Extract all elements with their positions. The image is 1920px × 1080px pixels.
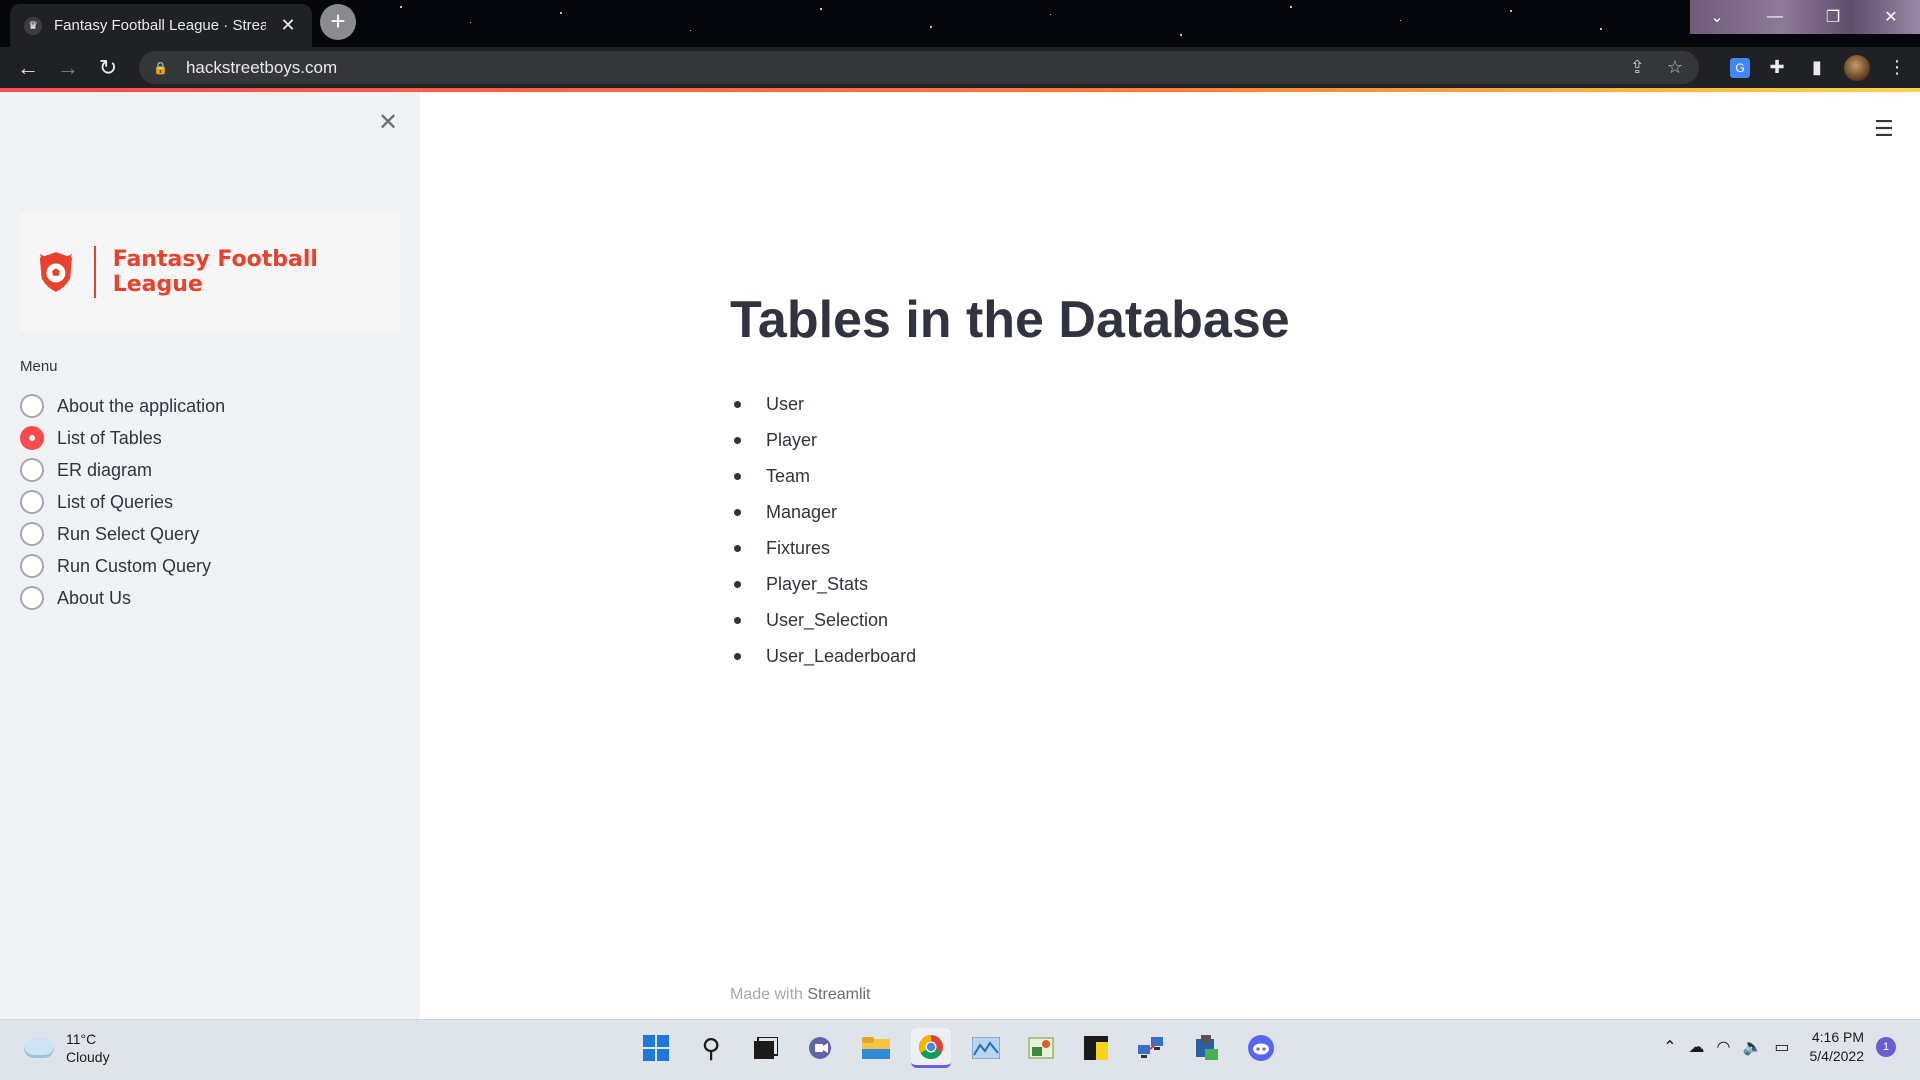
close-window-icon[interactable]: ✕	[1862, 0, 1920, 34]
weather-widget[interactable]: 11°C Cloudy	[24, 1030, 110, 1066]
radio-er-diagram[interactable]: ER diagram	[20, 454, 225, 486]
list-item: User_Leaderboard	[730, 638, 916, 674]
list-item: Player	[730, 422, 916, 458]
streamlit-link[interactable]: Streamlit	[807, 986, 870, 1003]
logo-divider	[93, 246, 96, 298]
temperature: 11°C	[66, 1031, 97, 1047]
teams-chat-icon[interactable]	[801, 1028, 841, 1068]
radio-list-of-tables[interactable]: List of Tables	[20, 422, 225, 454]
list-item: User	[730, 386, 916, 422]
windows-start-icon[interactable]	[636, 1028, 676, 1068]
shield-ball-icon	[39, 252, 73, 292]
list-item: User_Selection	[730, 602, 916, 638]
share-icon[interactable]: ⇪	[1630, 57, 1645, 78]
radio-circle[interactable]	[20, 490, 44, 514]
radio-run-custom-query[interactable]: Run Custom Query	[20, 550, 225, 582]
clock-time: 4:16 PM	[1811, 1029, 1864, 1045]
tables-list: User Player Team Manager Fixtures Player…	[730, 386, 916, 674]
weather-condition: Cloudy	[66, 1049, 110, 1065]
task-view-icon[interactable]	[746, 1028, 786, 1068]
footer-prefix: Made with	[730, 986, 803, 1003]
browser-tab-strip: ♛ Fantasy Football League · Streamlit ✕ …	[0, 0, 1920, 47]
menu-radio-group: About the application List of Tables ER …	[20, 390, 225, 614]
radio-label: ER diagram	[57, 459, 153, 480]
clock[interactable]: 4:16 PM 5/4/2022	[1810, 1028, 1865, 1066]
close-sidebar-icon[interactable]: ✕	[378, 108, 398, 137]
chevron-up-icon[interactable]: ⌃	[1663, 1037, 1676, 1057]
tab-title: Fantasy Football League · Streamlit	[54, 17, 266, 34]
logo-text: Fantasy Football League	[112, 247, 318, 297]
address-bar[interactable]: 🔒 hackstreetboys.com ⇪ ☆	[139, 51, 1699, 84]
radio-label: Run Select Query	[57, 523, 200, 544]
window-controls: ⌄ — ❐ ✕	[1688, 0, 1920, 34]
security-app-icon[interactable]	[1186, 1028, 1226, 1068]
footer: Made with Streamlit	[730, 986, 871, 1004]
radio-label: About the application	[57, 395, 226, 416]
radio-circle-selected[interactable]	[20, 426, 44, 450]
app-logo: Fantasy Football League	[20, 213, 400, 331]
minimize-icon[interactable]: —	[1746, 0, 1804, 34]
paint-app-icon[interactable]	[1021, 1028, 1061, 1068]
extensions-icon[interactable]: ✚	[1764, 55, 1790, 81]
battery-icon[interactable]: ▭	[1774, 1037, 1789, 1057]
bookmark-star-icon[interactable]: ☆	[1667, 57, 1683, 78]
cloud-icon	[24, 1038, 54, 1058]
side-panel-icon[interactable]: ▮	[1804, 55, 1830, 81]
new-tab-button[interactable]: +	[320, 4, 356, 40]
tab-search-icon[interactable]: ⌄	[1688, 0, 1746, 34]
file-explorer-icon[interactable]	[856, 1028, 896, 1068]
taskbar-apps: ⚲	[636, 1028, 1281, 1068]
radio-circle[interactable]	[20, 458, 44, 482]
network-app-icon[interactable]	[1131, 1028, 1171, 1068]
radio-circle[interactable]	[20, 554, 44, 578]
browser-toolbar: ← → ↻ 🔒 hackstreetboys.com ⇪ ☆ G ✚ ▮ ⋮	[0, 47, 1920, 88]
radio-label: List of Queries	[57, 491, 174, 512]
radio-circle[interactable]	[20, 522, 44, 546]
volume-icon[interactable]: 🔈	[1742, 1037, 1762, 1057]
search-icon[interactable]: ⚲	[691, 1028, 731, 1068]
radio-label: Run Custom Query	[57, 555, 212, 576]
back-icon[interactable]: ←	[8, 48, 48, 88]
notification-badge[interactable]: 1	[1876, 1037, 1896, 1057]
radio-run-select-query[interactable]: Run Select Query	[20, 518, 225, 550]
url-text: hackstreetboys.com	[185, 57, 338, 77]
clock-date: 5/4/2022	[1809, 1048, 1865, 1064]
radio-about-us[interactable]: About Us	[20, 582, 225, 614]
list-item: Team	[730, 458, 916, 494]
list-item: Player_Stats	[730, 566, 916, 602]
list-item: Fixtures	[730, 530, 916, 566]
page-title: Tables in the Database	[730, 291, 1290, 349]
lock-icon: 🔒	[153, 60, 168, 75]
wifi-icon[interactable]: ◠	[1716, 1037, 1730, 1057]
photos-app-icon[interactable]	[966, 1028, 1006, 1068]
sidebar: ✕ Fantasy Football League Menu About the…	[0, 92, 420, 1019]
chrome-icon[interactable]	[911, 1028, 951, 1068]
browser-tab[interactable]: ♛ Fantasy Football League · Streamlit ✕	[10, 4, 312, 47]
radio-label: List of Tables	[57, 427, 162, 448]
radio-label: About Us	[57, 587, 132, 608]
discord-icon[interactable]	[1241, 1028, 1281, 1068]
forward-icon[interactable]: →	[48, 48, 88, 88]
more-menu-icon[interactable]: ⋮	[1884, 55, 1910, 81]
radio-circle[interactable]	[20, 586, 44, 610]
streamlit-favicon-icon: ♛	[24, 16, 42, 35]
restore-icon[interactable]: ❐	[1804, 0, 1862, 34]
radio-list-of-queries[interactable]: List of Queries	[20, 486, 225, 518]
hamburger-menu-icon[interactable]: ☰	[1874, 116, 1894, 142]
menu-label: Menu	[20, 358, 58, 375]
list-item: Manager	[730, 494, 916, 530]
sticky-notes-icon[interactable]	[1076, 1028, 1116, 1068]
profile-avatar[interactable]	[1844, 54, 1870, 81]
main-content: ☰ Tables in the Database User Player Tea…	[420, 92, 1920, 1019]
onedrive-cloud-icon[interactable]: ☁	[1688, 1037, 1704, 1057]
os-taskbar: 11°C Cloudy ⚲ ⌃ ☁ ◠ 🔈 ▭ 4:16 PM 5/4/2022…	[0, 1019, 1920, 1080]
radio-circle[interactable]	[20, 394, 44, 418]
system-tray: ⌃ ☁ ◠ 🔈 ▭ 4:16 PM 5/4/2022 1	[1663, 1028, 1896, 1066]
radio-about-application[interactable]: About the application	[20, 390, 225, 422]
reload-icon[interactable]: ↻	[88, 48, 128, 88]
google-translate-icon[interactable]: G	[1730, 57, 1750, 78]
close-tab-icon[interactable]: ✕	[278, 15, 298, 36]
